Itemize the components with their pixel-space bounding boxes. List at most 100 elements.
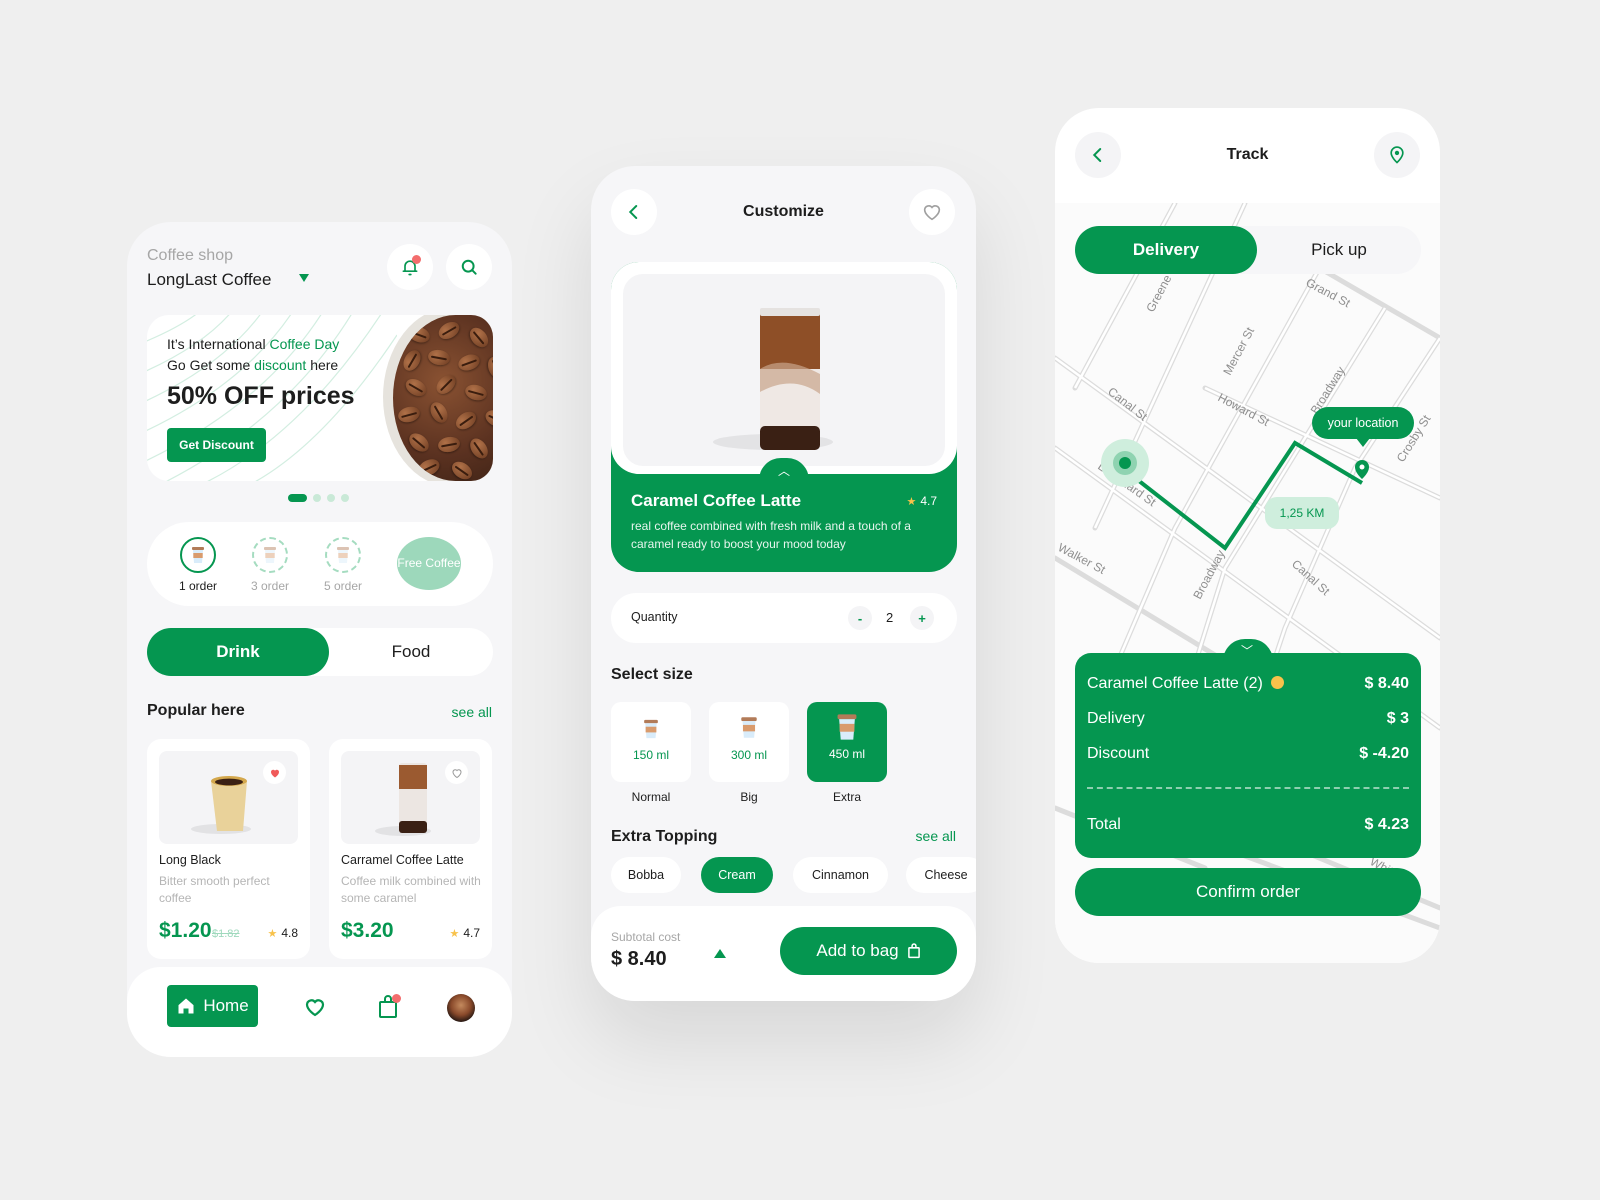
customize-screen: Customize ︿ Caramel Coffee Latte ★ 4.7 re…	[591, 166, 976, 1001]
coffee-cup-icon	[252, 537, 288, 573]
summary-total: Total $ 4.23	[1087, 816, 1409, 833]
product-image	[159, 751, 298, 844]
summary-row: Discount $ -4.20	[1087, 745, 1409, 762]
product-image	[341, 751, 480, 844]
quantity-label: Quantity	[631, 610, 678, 624]
banner-line-1: It’s International Coffee Day	[167, 336, 340, 352]
product-name: Long Black	[159, 853, 221, 867]
product-desc: real coffee combined with fresh milk and…	[631, 519, 911, 551]
order-summary: ﹀ Caramel Coffee Latte (2) $ 8.40 Delive…	[1075, 639, 1421, 858]
delivery-mode-tabs: Delivery Pick up	[1075, 226, 1421, 274]
nav-favorites[interactable]	[300, 992, 330, 1022]
map-pin-icon	[1390, 146, 1404, 164]
tab-food[interactable]: Food	[329, 628, 493, 676]
your-location-tooltip: your location	[1312, 407, 1414, 447]
star-icon: ★	[449, 928, 460, 940]
bottom-nav: Home	[127, 967, 512, 1057]
shop-label: Coffee shop	[147, 247, 233, 264]
divider	[1087, 787, 1409, 789]
product-rating: ★ 4.7	[906, 494, 937, 508]
distance-badge: 1,25 KM	[1265, 497, 1339, 529]
coffee-cup-icon	[741, 717, 757, 738]
subtotal-value: $ 8.40	[611, 948, 667, 970]
avatar[interactable]	[447, 994, 475, 1022]
coffee-cup-icon	[325, 537, 361, 573]
product-desc: Bitter smooth perfect coffee	[159, 874, 270, 906]
subtotal-label: Subtotal cost	[611, 930, 681, 944]
promo-banner[interactable]: It’s International Coffee Day Go Get som…	[147, 315, 493, 481]
size-title: Select size	[611, 666, 693, 683]
product-card[interactable]: Carramel Coffee Latte Coffee milk combin…	[329, 739, 492, 959]
map-label-mercer: Mercer St	[1220, 324, 1257, 377]
loyalty-step: 5 order	[313, 537, 373, 593]
product-image	[623, 274, 945, 466]
topping-chip[interactable]: Cinnamon	[793, 857, 888, 893]
carousel-indicator	[288, 494, 349, 502]
product-rating: ★ 4.7	[449, 926, 480, 940]
star-icon: ★	[267, 928, 278, 940]
product-price: $1.20	[159, 919, 212, 942]
home-icon	[178, 998, 194, 1014]
size-option-selected[interactable]: 450 ml	[807, 702, 887, 782]
topping-chip-selected[interactable]: Cream	[701, 857, 773, 893]
info-icon[interactable]	[1270, 676, 1284, 689]
size-option[interactable]: 300 ml	[709, 702, 789, 782]
carousel-dot-1[interactable]	[288, 494, 307, 502]
tab-drink[interactable]: Drink	[147, 628, 329, 676]
origin-marker	[1119, 457, 1131, 469]
summary-row: Delivery $ 3	[1087, 710, 1409, 727]
heart-icon	[305, 999, 325, 1017]
location-button[interactable]	[1374, 132, 1420, 178]
increase-button[interactable]: +	[910, 606, 934, 630]
carousel-dot-3[interactable]	[327, 494, 335, 502]
expand-summary-icon[interactable]	[714, 949, 726, 958]
loyalty-step: 1 order	[168, 537, 228, 593]
tab-delivery[interactable]: Delivery	[1075, 226, 1257, 274]
product-hero: ︿ Caramel Coffee Latte ★ 4.7 real coffee …	[611, 262, 957, 572]
free-coffee-reward[interactable]: Free Coffee	[397, 537, 461, 590]
caret-down-icon[interactable]	[299, 274, 309, 282]
product-old-price: $1.82	[212, 928, 240, 940]
add-to-bag-button[interactable]: Add to bag	[780, 927, 957, 975]
confirm-order-button[interactable]: Confirm order	[1075, 868, 1421, 916]
map-label-howard: Howard St	[1216, 390, 1273, 429]
size-label: Big	[740, 790, 758, 804]
search-button[interactable]	[446, 244, 492, 290]
topping-chip[interactable]: Bobba	[611, 857, 681, 893]
coffee-cup-icon	[837, 714, 857, 740]
notification-dot	[412, 255, 421, 264]
shop-selector[interactable]: LongLast Coffee	[147, 270, 271, 290]
carousel-dot-4[interactable]	[341, 494, 349, 502]
nav-bag[interactable]	[373, 992, 403, 1022]
coffee-cup-icon	[180, 537, 216, 573]
summary-row: Caramel Coffee Latte (2) $ 8.40	[1087, 675, 1409, 692]
product-card[interactable]: Long Black Bitter smooth perfect coffee …	[147, 739, 310, 959]
category-tabs: Drink Food	[147, 628, 493, 676]
size-option[interactable]: 150 ml	[611, 702, 691, 782]
see-all-link[interactable]: see all	[452, 704, 492, 720]
track-screen: Greene St Mercer St Grand St Broadway Ca…	[1055, 108, 1440, 963]
quantity-value: 2	[886, 610, 894, 625]
loyalty-progress: 1 order 3 order 5 order Free Coffee	[147, 522, 493, 606]
checkout-bar: Subtotal cost $ 8.40 Add to bag	[591, 906, 976, 1001]
chevron-up-icon: ︿	[778, 464, 791, 478]
map-label-canal: Canal St	[1105, 384, 1150, 424]
product-name: Carramel Coffee Latte	[341, 853, 464, 867]
get-discount-button[interactable]: Get Discount	[167, 428, 266, 462]
see-all-link[interactable]: see all	[916, 828, 956, 844]
tab-pickup[interactable]: Pick up	[1257, 226, 1421, 274]
notification-button[interactable]	[387, 244, 433, 290]
favorite-button[interactable]	[909, 189, 955, 235]
favorite-button[interactable]	[263, 761, 286, 784]
product-name: Caramel Coffee Latte	[631, 491, 802, 510]
search-icon	[461, 259, 477, 275]
star-icon: ★	[906, 496, 917, 508]
topping-chip[interactable]: Cheese	[906, 857, 976, 893]
carousel-dot-2[interactable]	[313, 494, 321, 502]
size-label: Extra	[832, 790, 861, 804]
nav-home[interactable]: Home	[167, 985, 258, 1027]
decrease-button[interactable]: -	[848, 606, 872, 630]
banner-line-2: Go Get some discount here	[167, 357, 339, 373]
favorite-button[interactable]	[445, 761, 468, 784]
heart-outline-icon	[451, 768, 462, 778]
